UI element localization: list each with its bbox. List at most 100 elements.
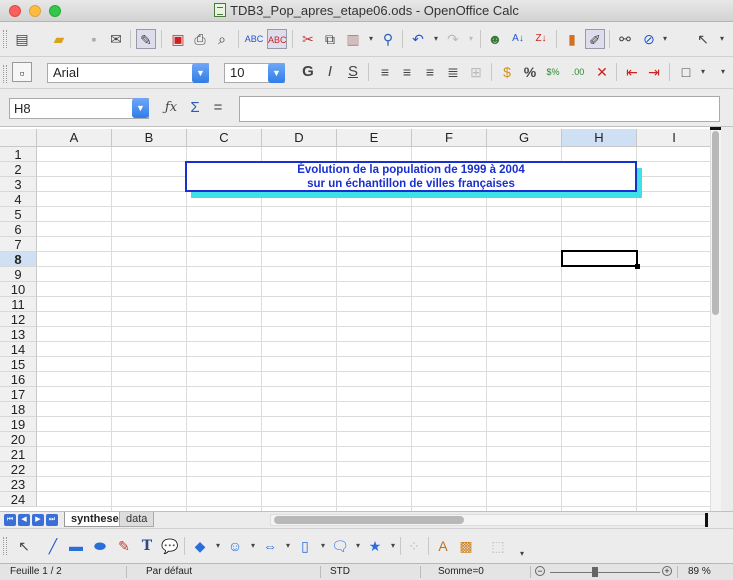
toolbar-more-icon[interactable]: ▾ <box>713 62 733 82</box>
zoom-slider[interactable] <box>550 572 660 573</box>
open-icon[interactable]: ▰ <box>49 29 69 49</box>
freeform-tool-icon[interactable]: ✎ <box>114 536 134 556</box>
number-format-icon[interactable]: $% <box>543 62 563 82</box>
row-header-10[interactable]: 10 <box>0 282 37 297</box>
rectangle-tool-icon[interactable]: ▬ <box>66 536 86 556</box>
edit-file-icon[interactable]: ✎ <box>136 29 156 49</box>
row-header-13[interactable]: 13 <box>0 327 37 342</box>
column-header-h[interactable]: H <box>562 129 637 147</box>
fontwork-icon[interactable]: A <box>433 536 453 556</box>
flowchart-icon[interactable]: ▯ <box>295 536 315 556</box>
extrusion-icon[interactable]: ⬚ <box>488 536 508 556</box>
horizontal-split-handle[interactable] <box>705 513 708 527</box>
row-header-20[interactable]: 20 <box>0 432 37 447</box>
sort-descending-icon[interactable]: Z↓ <box>531 29 551 49</box>
insert-image-icon[interactable]: ▩ <box>456 536 476 556</box>
toolbar-overflow-icon[interactable]: ▾ <box>655 29 675 49</box>
row-header-2[interactable]: 2 <box>0 162 37 177</box>
cut-icon[interactable]: ✂ <box>298 29 318 49</box>
print-icon[interactable]: ⎙ <box>190 29 210 49</box>
row-header-11[interactable]: 11 <box>0 297 37 312</box>
column-header-i[interactable]: I <box>637 129 712 147</box>
title-textbox[interactable]: Évolution de la population de 1999 à 200… <box>185 161 637 192</box>
align-justify-icon[interactable]: ≣ <box>443 62 463 82</box>
last-sheet-icon[interactable]: ⏭ <box>46 514 58 526</box>
chart-icon[interactable]: ▮ <box>562 29 582 49</box>
spellcheck-icon[interactable]: ABC <box>244 29 264 49</box>
spreadsheet-grid[interactable]: ABCDEFGHI 1 2 3 4 5 6 7 8 9 10 11 12 13 14 15 16 17 18 19 2… <box>0 127 733 511</box>
chevron-down-icon[interactable]: ▼ <box>132 98 149 118</box>
toolbar-grip[interactable] <box>3 65 7 83</box>
callout-tool-icon[interactable]: 💬 <box>160 536 180 556</box>
selection-mode[interactable]: STD <box>330 564 350 580</box>
prev-sheet-icon[interactable]: ◀ <box>18 514 30 526</box>
callouts-icon[interactable]: 🗨 <box>330 536 350 556</box>
styles-formatting-icon[interactable]: ▫ <box>12 62 32 82</box>
symbol-shapes-icon[interactable]: ☺ <box>225 536 245 556</box>
column-header-b[interactable]: B <box>112 129 187 147</box>
row-header-14[interactable]: 14 <box>0 342 37 357</box>
select-arrow-icon[interactable]: ↖ <box>14 536 34 556</box>
font-name-select[interactable]: Arial ▼ <box>47 63 209 83</box>
underline-button[interactable]: S <box>343 62 363 82</box>
stars-icon[interactable]: ★ <box>365 536 385 556</box>
block-arrows-icon[interactable]: ⇔ <box>260 536 280 556</box>
percent-format-icon[interactable]: % <box>520 62 540 82</box>
chevron-down-icon[interactable]: ▼ <box>268 63 285 83</box>
column-header-c[interactable]: C <box>187 129 262 147</box>
column-header-a[interactable]: A <box>37 129 112 147</box>
row-header-8[interactable]: 8 <box>0 252 37 267</box>
increase-indent-icon[interactable]: ⇥ <box>644 62 664 82</box>
row-header-24[interactable]: 24 <box>0 492 37 507</box>
first-sheet-icon[interactable]: ⏮ <box>4 514 16 526</box>
page-style[interactable]: Par défaut <box>146 564 192 580</box>
row-header-3[interactable]: 3 <box>0 177 37 192</box>
decrease-indent-icon[interactable]: ⇤ <box>622 62 642 82</box>
zoom-level[interactable]: 89 % <box>688 564 711 580</box>
export-pdf-icon[interactable]: ▣ <box>168 29 188 49</box>
name-box[interactable]: H8 ▼ <box>9 98 149 119</box>
row-header-18[interactable]: 18 <box>0 402 37 417</box>
row-header-19[interactable]: 19 <box>0 417 37 432</box>
row-header-1[interactable]: 1 <box>0 147 37 162</box>
row-header-22[interactable]: 22 <box>0 462 37 477</box>
align-right-icon[interactable]: ≡ <box>420 62 440 82</box>
redo-icon[interactable]: ↷ <box>443 29 463 49</box>
vertical-scroll-thumb[interactable] <box>712 131 719 315</box>
column-header-e[interactable]: E <box>337 129 412 147</box>
italic-button[interactable]: I <box>320 62 340 82</box>
bold-button[interactable]: G <box>298 62 318 82</box>
autofill-handle[interactable] <box>635 264 640 269</box>
find-replace-icon[interactable]: ⚯ <box>615 29 635 49</box>
print-preview-icon[interactable]: ⌕ <box>212 29 232 49</box>
hyperlink-icon[interactable]: ☻ <box>485 29 505 49</box>
row-header-15[interactable]: 15 <box>0 357 37 372</box>
column-header-d[interactable]: D <box>262 129 337 147</box>
row-header-6[interactable]: 6 <box>0 222 37 237</box>
align-left-icon[interactable]: ≡ <box>375 62 395 82</box>
undo-icon[interactable]: ↶ <box>408 29 428 49</box>
sheet-tab-data[interactable]: data <box>119 512 155 527</box>
row-header-21[interactable]: 21 <box>0 447 37 462</box>
add-decimal-icon[interactable]: .00 <box>568 62 588 82</box>
toolbar-more-icon[interactable]: ▾ <box>712 29 732 49</box>
format-paintbrush-icon[interactable]: ⚲ <box>378 29 398 49</box>
toolbar-grip[interactable] <box>3 30 7 48</box>
line-tool-icon[interactable]: ╱ <box>43 536 63 556</box>
currency-format-icon[interactable]: $ <box>497 62 517 82</box>
function-wizard-icon[interactable]: ƒx <box>161 98 181 118</box>
zoom-slider-handle[interactable] <box>592 567 598 577</box>
copy-icon[interactable]: ⧉ <box>320 29 340 49</box>
row-header-4[interactable]: 4 <box>0 192 37 207</box>
row-header-9[interactable]: 9 <box>0 267 37 282</box>
formula-input[interactable] <box>239 96 720 122</box>
horizontal-scroll-thumb[interactable] <box>274 516 464 524</box>
ellipse-tool-icon[interactable]: ⬬ <box>90 536 110 556</box>
row-header-5[interactable]: 5 <box>0 207 37 222</box>
autospellcheck-icon[interactable]: ABC <box>267 29 287 49</box>
sheet-tab-synthese[interactable]: synthese <box>64 512 126 527</box>
paste-icon[interactable]: ▥ <box>343 29 363 49</box>
sort-ascending-icon[interactable]: A↓ <box>508 29 528 49</box>
pointer-icon[interactable]: ↖ <box>693 29 713 49</box>
column-header-g[interactable]: G <box>487 129 562 147</box>
